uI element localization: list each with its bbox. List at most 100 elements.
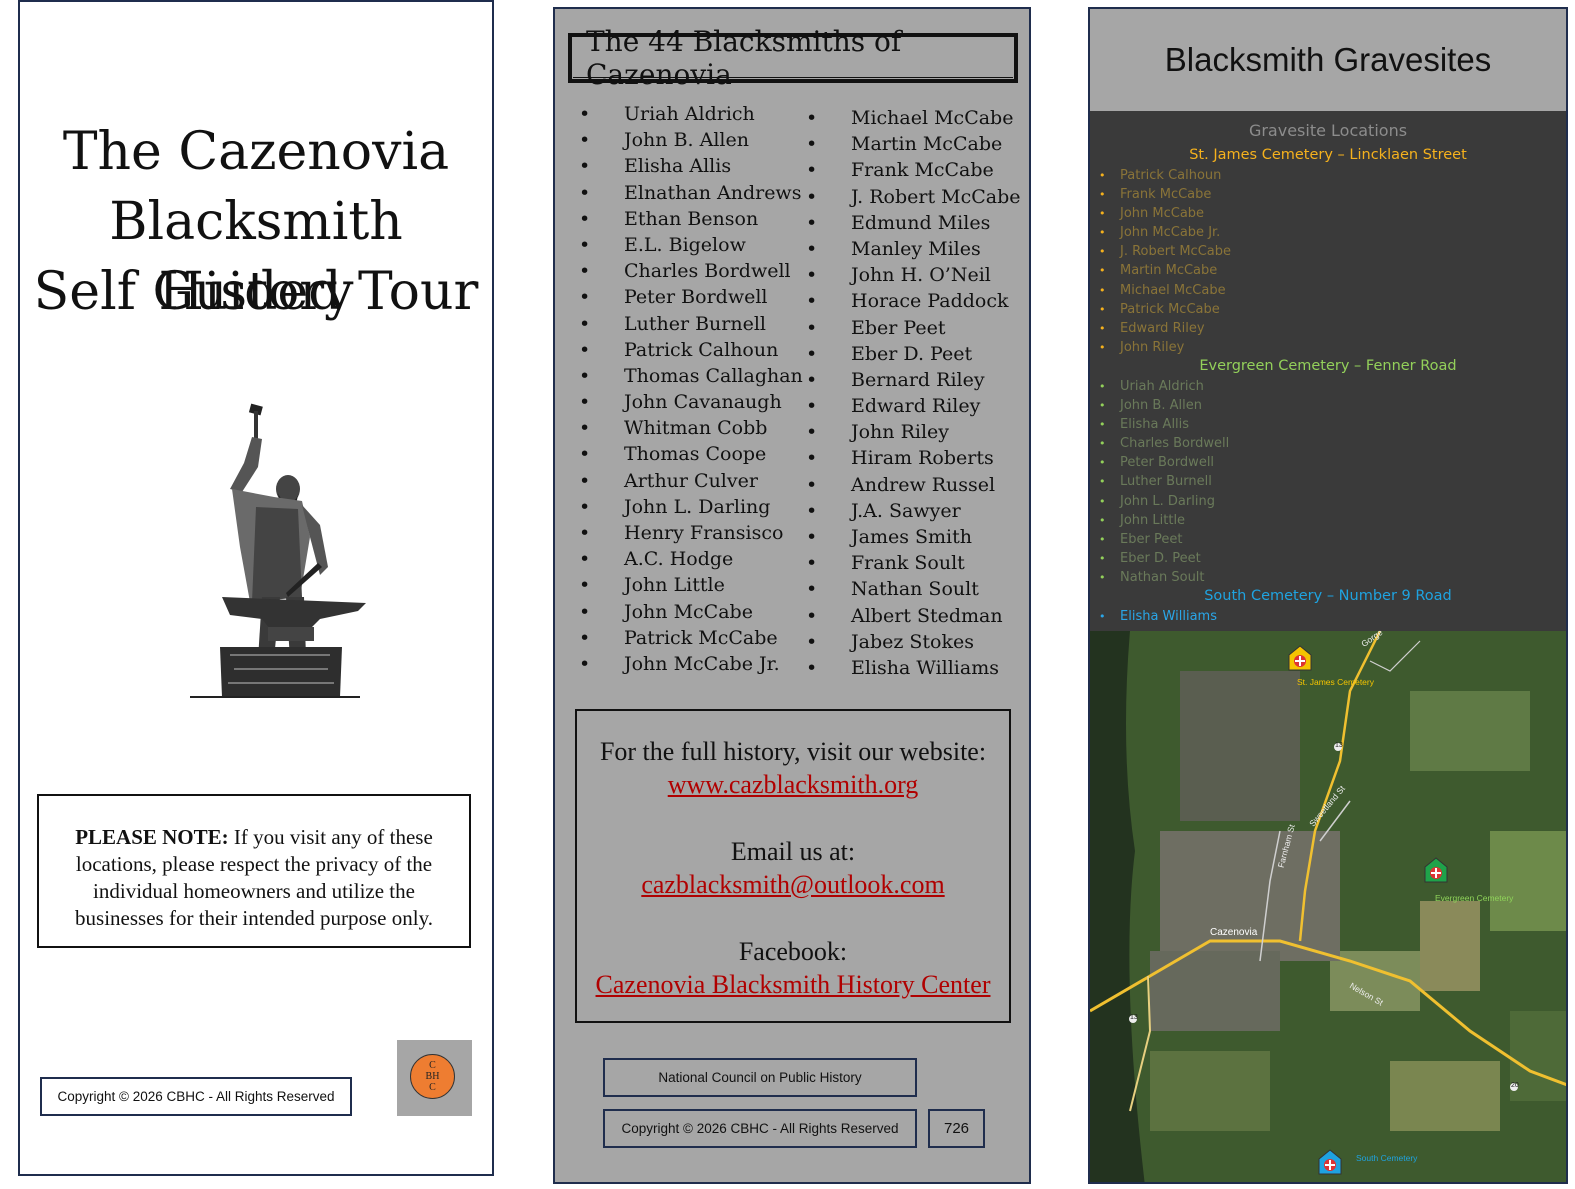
evergreen-name: Luther Burnell [1090, 472, 1229, 491]
evergreen-name: Peter Bordwell [1090, 453, 1229, 472]
gravesites-title: Blacksmith Gravesites [1090, 9, 1566, 111]
blacksmith-name: Uriah Aldrich [579, 101, 803, 127]
blacksmith-name: James Smith [806, 524, 1021, 550]
evergreen-marker-icon[interactable] [1424, 857, 1448, 883]
blacksmith-name: John Little [579, 572, 803, 598]
blacksmith-name: Frank Soult [806, 550, 1021, 576]
blacksmith-name: E.L. Bigelow [579, 232, 803, 258]
st-james-name: Patrick McCabe [1090, 300, 1231, 319]
blacksmith-name: Eber D. Peet [806, 341, 1021, 367]
blacksmith-name: John Riley [806, 419, 1021, 445]
evergreen-names: Uriah AldrichJohn B. AllenElisha AllisCh… [1090, 377, 1229, 587]
st-james-names: Patrick CalhounFrank McCabeJohn McCabeJo… [1090, 166, 1231, 357]
map-label-route-13a: 13 [1335, 742, 1343, 749]
map-label-st-james: St. James Cemetery [1297, 677, 1374, 687]
privacy-note: PLEASE NOTE: If you visit any of these l… [37, 794, 471, 948]
blacksmith-name: Patrick Calhoun [579, 337, 803, 363]
map-label-town: Cazenovia [1210, 927, 1258, 938]
facebook-link[interactable]: Cazenovia Blacksmith History Center [577, 968, 1009, 1001]
blacksmith-name: Ethan Benson [579, 206, 803, 232]
evergreen-name: John L. Darling [1090, 492, 1229, 511]
st-james-name: Michael McCabe [1090, 281, 1231, 300]
blacksmith-name: Whitman Cobb [579, 415, 803, 441]
st-james-name: John Riley [1090, 338, 1231, 357]
cbhc-logo-circle: C BH C [410, 1054, 455, 1099]
facebook-label: Facebook: [738, 937, 848, 966]
blacksmith-name: John McCabe Jr. [579, 651, 803, 677]
blacksmith-name: Jabez Stokes [806, 629, 1021, 655]
map-label-route-20: 20 [1511, 1082, 1519, 1089]
blacksmith-name: Andrew Russel [806, 472, 1021, 498]
blacksmith-name: Elisha Williams [806, 655, 1021, 681]
logo-letter-2: BH [425, 1071, 440, 1082]
blacksmith-name: Edward Riley [806, 393, 1021, 419]
satellite-map-image [1090, 630, 1566, 1182]
cover-copyright: Copyright © 2026 CBHC - All Rights Reser… [40, 1077, 352, 1116]
blacksmith-name: Thomas Callaghan [579, 363, 803, 389]
st-james-name: Patrick Calhoun [1090, 166, 1231, 185]
blacksmith-name: Henry Fransisco [579, 520, 803, 546]
gravesites-panel: Blacksmith Gravesites Gravesite Location… [1088, 7, 1568, 1184]
website-link[interactable]: www.cazblacksmith.org [577, 768, 1009, 801]
map-label-route-13b: 13 [1130, 1014, 1138, 1021]
blacksmith-name: J.A. Sawyer [806, 498, 1021, 524]
page-number: 726 [928, 1109, 985, 1148]
st-james-marker-icon[interactable] [1288, 645, 1312, 671]
evergreen-cemetery-title: Evergreen Cemetery – Fenner Road [1199, 358, 1457, 374]
evergreen-name: Eber D. Peet [1090, 549, 1229, 568]
blacksmith-name: Edmund Miles [806, 210, 1021, 236]
logo-letter-1: C [429, 1060, 436, 1071]
st-james-name: Edward Riley [1090, 319, 1231, 338]
email-link[interactable]: cazblacksmith@outlook.com [577, 868, 1009, 901]
blacksmith-name: J. Robert McCabe [806, 184, 1020, 210]
blacksmith-name: Arthur Culver [579, 468, 803, 494]
cover-title-line-1: The Cazenovia [62, 122, 450, 182]
gravesite-map[interactable]: St. James Cemetery Evergreen Cemetery So… [1090, 627, 1566, 1182]
blacksmith-name: Charles Bordwell [579, 258, 803, 284]
map-label-evergreen: Evergreen Cemetery [1435, 893, 1514, 903]
blacksmith-name: Elnathan Andrews [579, 180, 803, 206]
cover-panel: The Cazenovia Blacksmith History Self Gu… [18, 0, 494, 1176]
blacksmith-name: Albert Stedman [806, 603, 1021, 629]
blacksmith-name: Michael McCabe [806, 105, 1021, 131]
blacksmith-name: John Cavanaugh [579, 389, 803, 415]
south-name: Elisha Williams [1090, 607, 1217, 626]
blacksmith-name: Peter Bordwell [579, 284, 803, 310]
evergreen-name: Elisha Allis [1090, 415, 1229, 434]
st-james-cemetery-title: St. James Cemetery – Lincklaen Street [1189, 147, 1467, 163]
south-cemetery-title: South Cemetery – Number 9 Road [1204, 588, 1452, 604]
privacy-note-heading: PLEASE NOTE: [75, 825, 229, 849]
cbhc-logo: C BH C [397, 1040, 472, 1116]
blacksmith-name: Eber Peet [806, 315, 1021, 341]
email-label: Email us at: [730, 837, 856, 866]
blacksmith-illustration [190, 403, 366, 698]
blacksmith-list-title: The 44 Blacksmiths of Cazenovia [568, 25, 1018, 91]
blacksmith-name: Bernard Riley [806, 367, 1021, 393]
evergreen-name: Eber Peet [1090, 530, 1229, 549]
map-label-south: South Cemetery [1356, 1153, 1418, 1163]
blacksmith-name: Manley Miles [806, 236, 1021, 262]
blacksmith-name: A.C. Hodge [579, 546, 803, 572]
blacksmith-name: Elisha Allis [579, 153, 803, 179]
blacksmith-name: Hiram Roberts [806, 445, 1021, 471]
blacksmith-name: Martin McCabe [806, 131, 1021, 157]
evergreen-name: Charles Bordwell [1090, 434, 1229, 453]
evergreen-name: John Little [1090, 511, 1229, 530]
blacksmith-list-panel: The 44 Blacksmiths of Cazenovia Uriah Al… [553, 7, 1031, 1184]
blacksmith-name: John B. Allen [579, 127, 803, 153]
gravesite-locations: Gravesite Locations St. James Cemetery –… [1090, 111, 1566, 631]
south-names: Elisha Williams [1090, 607, 1217, 626]
blacksmith-name: Horace Paddock [806, 288, 1021, 314]
st-james-name: J. Robert McCabe [1090, 242, 1231, 261]
blacksmith-name: Luther Burnell [579, 311, 803, 337]
list-copyright: Copyright © 2026 CBHC - All Rights Reser… [603, 1109, 917, 1148]
evergreen-name: John B. Allen [1090, 396, 1229, 415]
blacksmith-name: John H. O’Neil [806, 262, 1021, 288]
st-james-name: John McCabe [1090, 204, 1231, 223]
south-marker-icon[interactable] [1318, 1149, 1342, 1175]
blacksmith-name: Thomas Coope [579, 441, 803, 467]
website-label: For the full history, visit our website: [599, 737, 987, 766]
st-james-name: John McCabe Jr. [1090, 223, 1231, 242]
blacksmith-name: John L. Darling [579, 494, 803, 520]
contact-info-box: For the full history, visit our website:… [575, 709, 1011, 1023]
